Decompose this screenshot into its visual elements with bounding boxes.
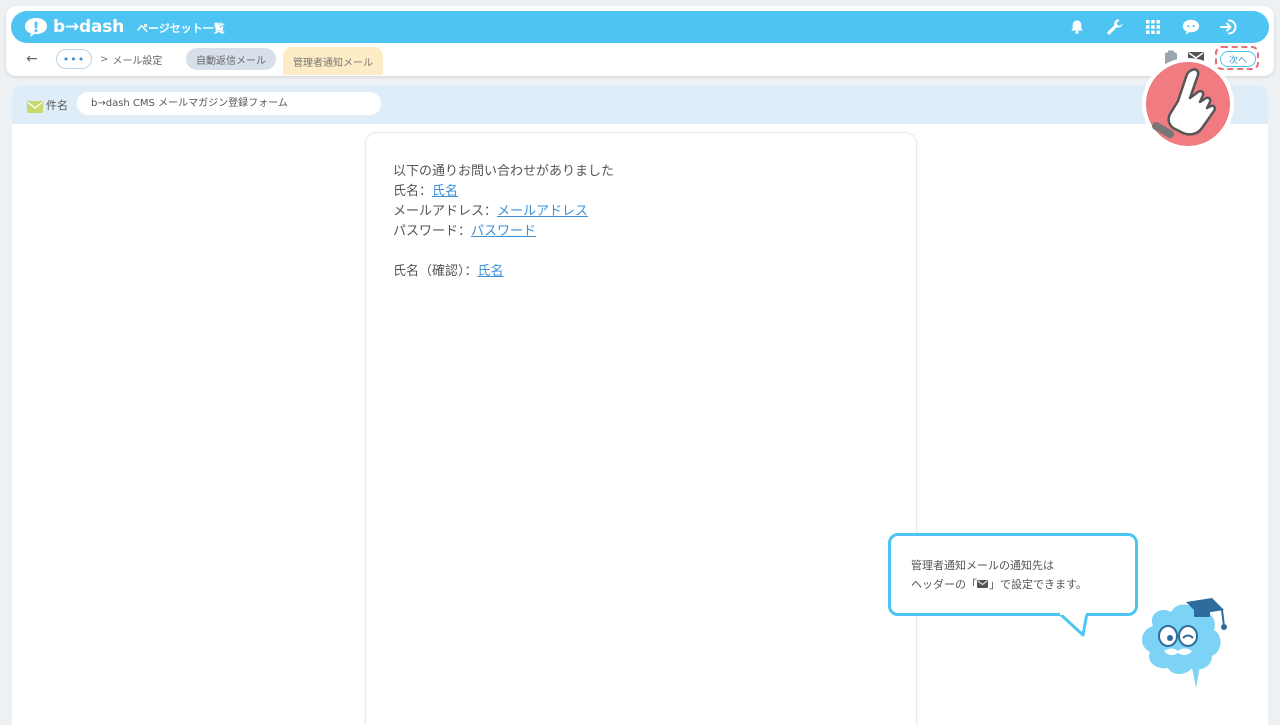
tab-auto-reply-mail[interactable]: 自動返信メール: [186, 48, 276, 70]
tooltip-bubble: 管理者通知メールの通知先は ヘッダーの「 」で設定できます。: [888, 533, 1138, 616]
brand-name: b→dash: [53, 17, 125, 37]
mail-line-label: パスワード：: [393, 224, 472, 239]
page-title[interactable]: ページセット一覧: [137, 20, 225, 36]
mail-intro: 以下の通りお問い合わせがありました: [393, 164, 615, 179]
tooltip-text-before: ヘッダーの「: [911, 578, 977, 591]
logo-bubble-icon: [25, 18, 47, 37]
email-variable-link[interactable]: メールアドレス: [497, 204, 588, 219]
tooltip-text-after: 」で設定できます。: [989, 578, 1087, 591]
mail-line-label: 氏名（確認）：: [393, 264, 478, 279]
mail-line-label: メールアドレス：: [393, 204, 498, 219]
subject-label: 件名: [46, 99, 68, 112]
wrench-icon[interactable]: [1105, 17, 1125, 37]
bell-icon[interactable]: [1067, 17, 1087, 37]
arrow-left-icon[interactable]: ←: [22, 51, 42, 67]
mail-preview-card: 以下の通りお問い合わせがありました 氏名：氏名 メールアドレス：メールアドレス …: [365, 132, 917, 725]
mail-line-name: 氏名：氏名: [393, 182, 614, 202]
mail-line-password: パスワード：パスワード: [393, 222, 614, 242]
brand-logo[interactable]: b→dash: [23, 15, 124, 39]
top-bar: b→dash ページセット一覧: [11, 11, 1269, 43]
name-variable-link[interactable]: 氏名: [432, 184, 458, 199]
tab-admin-notification-mail[interactable]: 管理者通知メール: [283, 47, 383, 75]
mail-icon: [977, 580, 988, 588]
hand-pointer-icon: [1142, 58, 1234, 150]
logout-icon[interactable]: [1219, 17, 1239, 37]
breadcrumb-separator: >: [100, 53, 109, 65]
name-confirm-variable-link[interactable]: 氏名: [478, 264, 504, 279]
mail-line-email: メールアドレス：メールアドレス: [393, 202, 614, 222]
subject-input[interactable]: b→dash CMS メールマガジン登録フォーム: [76, 91, 382, 116]
subject-row: 件名 b→dash CMS メールマガジン登録フォーム: [12, 85, 1268, 124]
breadcrumb-current[interactable]: メール設定: [112, 52, 162, 67]
envelope-icon: [27, 98, 43, 117]
grid-icon[interactable]: [1143, 17, 1163, 37]
mail-line-name-confirm: 氏名（確認）：氏名: [393, 262, 614, 282]
password-variable-link[interactable]: パスワード: [471, 224, 536, 239]
mascot-character-icon: [1142, 598, 1227, 688]
support-icon[interactable]: [1181, 17, 1201, 37]
tooltip-tail: [1057, 612, 1089, 637]
tooltip-line-2: ヘッダーの「 」で設定できます。: [911, 575, 1087, 594]
mail-line-label: 氏名：: [393, 184, 433, 199]
tooltip-line-1: 管理者通知メールの通知先は: [911, 559, 1054, 572]
mail-body[interactable]: 以下の通りお問い合わせがありました 氏名：氏名 メールアドレス：メールアドレス …: [393, 162, 614, 282]
breadcrumb: ← ••• > メール設定: [22, 47, 162, 71]
breadcrumb-more-button[interactable]: •••: [56, 49, 92, 69]
